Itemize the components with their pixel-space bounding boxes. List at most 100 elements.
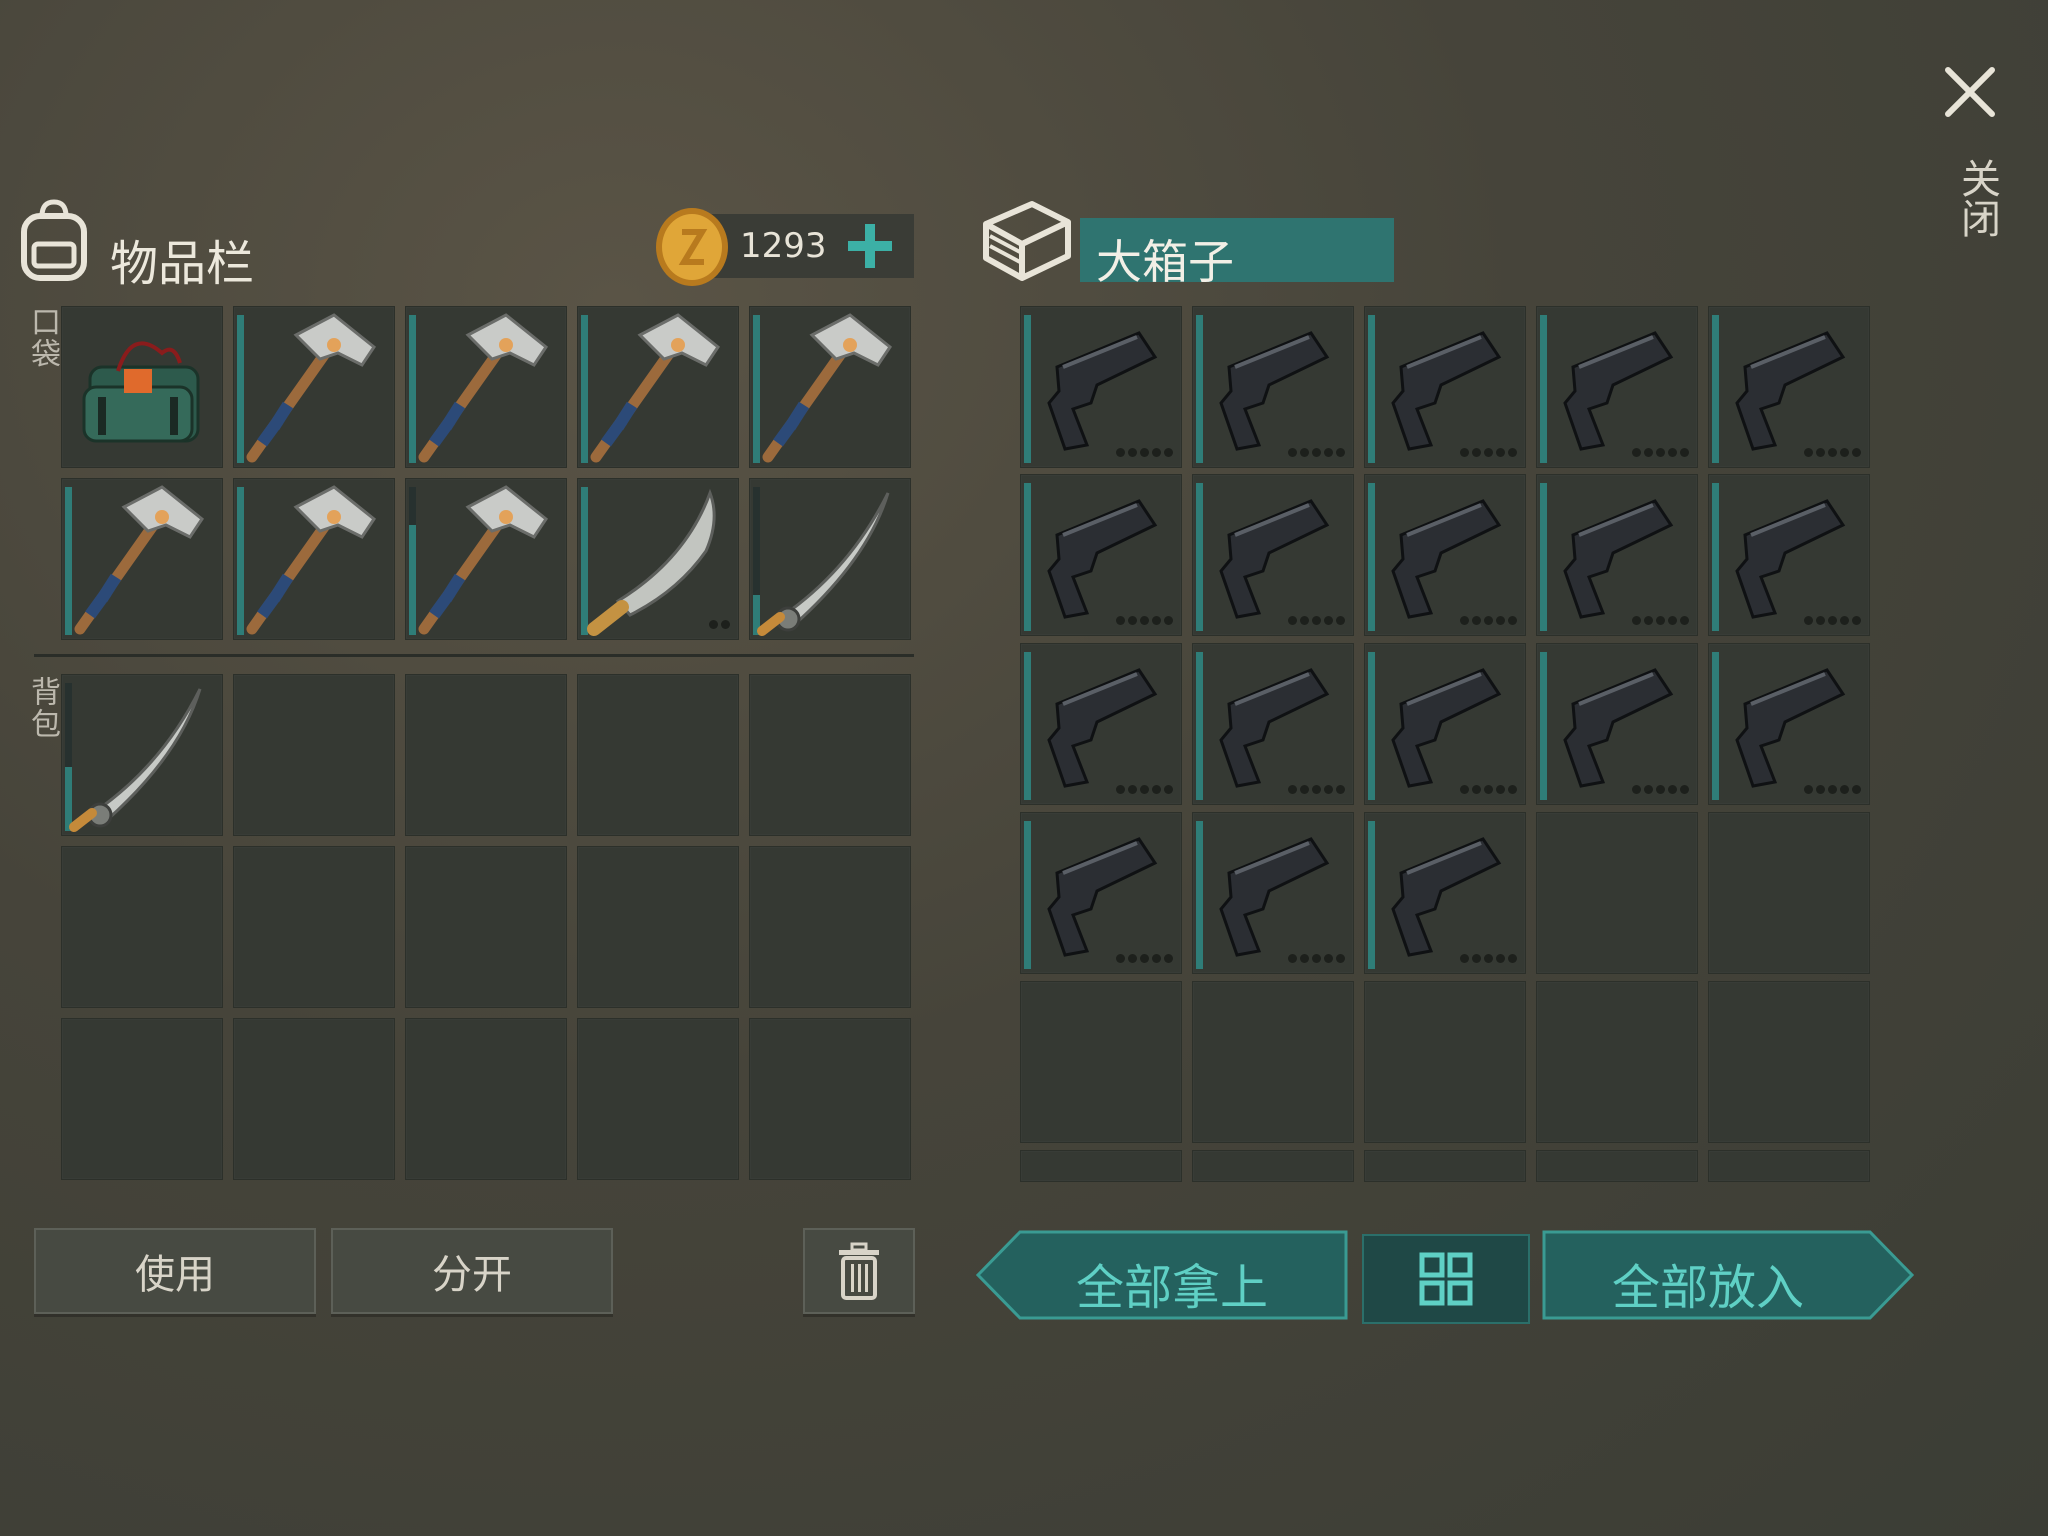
katana-icon (62, 675, 222, 835)
container-slot[interactable] (1192, 643, 1354, 805)
hatchet-icon (750, 307, 910, 467)
durability-dots (709, 620, 730, 629)
container-slot[interactable] (1192, 1150, 1354, 1182)
close-icon (1945, 67, 1995, 117)
take-all-button[interactable]: 全部拿上 (976, 1230, 1348, 1320)
container-slot[interactable] (1020, 812, 1182, 974)
pocket-slot[interactable] (405, 478, 567, 640)
pocket-slot[interactable] (233, 478, 395, 640)
container-slot[interactable] (1708, 812, 1870, 974)
backpack-icon (16, 198, 92, 282)
machete-icon (578, 479, 738, 639)
container-slot[interactable] (1192, 981, 1354, 1143)
hatchet-icon (406, 479, 566, 639)
pistol-icon (1537, 475, 1697, 635)
container-slot[interactable] (1020, 981, 1182, 1143)
container-slot[interactable] (1364, 643, 1526, 805)
pistol-icon (1365, 307, 1525, 467)
container-slot[interactable] (1020, 474, 1182, 636)
backpack-slot[interactable] (749, 674, 911, 836)
put-all-button[interactable]: 全部放入 (1542, 1230, 1914, 1320)
section-divider (34, 654, 914, 657)
pistol-icon (1193, 644, 1353, 804)
container-slot[interactable] (1192, 306, 1354, 468)
backpack-slot[interactable] (233, 674, 395, 836)
add-coins-button[interactable] (846, 222, 894, 270)
pistol-icon (1709, 307, 1869, 467)
pistol-icon (1537, 644, 1697, 804)
grid-sort-icon (1419, 1252, 1473, 1306)
backpack-slot[interactable] (233, 1018, 395, 1180)
backpack-label: 背包 (25, 676, 60, 740)
backpack-slot[interactable] (61, 674, 223, 836)
pocket-slot[interactable] (749, 306, 911, 468)
pocket-slot[interactable] (233, 306, 395, 468)
pocket-slot[interactable] (61, 478, 223, 640)
backpack-slot[interactable] (233, 846, 395, 1008)
pistol-icon (1021, 307, 1181, 467)
backpack-slot[interactable] (61, 846, 223, 1008)
backpack-slot[interactable] (577, 846, 739, 1008)
pocket-slot[interactable] (577, 478, 739, 640)
pocket-slot[interactable] (749, 478, 911, 640)
hatchet-icon (234, 479, 394, 639)
split-button[interactable]: 分开 (331, 1228, 613, 1314)
pistol-icon (1709, 644, 1869, 804)
container-slot[interactable] (1364, 1150, 1526, 1182)
inventory-title: 物品栏 (110, 236, 255, 292)
container-slot[interactable] (1536, 643, 1698, 805)
backpack-slot[interactable] (749, 846, 911, 1008)
container-slot[interactable] (1536, 306, 1698, 468)
backpack-slot[interactable] (577, 674, 739, 836)
container-slot[interactable] (1536, 812, 1698, 974)
coin-icon (654, 206, 730, 288)
coin-count: 1293 (740, 226, 827, 266)
backpack-slot[interactable] (61, 1018, 223, 1180)
hatchet-icon (578, 307, 738, 467)
container-slot[interactable] (1364, 474, 1526, 636)
box-icon (980, 198, 1074, 286)
container-slot[interactable] (1192, 812, 1354, 974)
pistol-icon (1021, 644, 1181, 804)
container-slot[interactable] (1020, 1150, 1182, 1182)
sort-button[interactable] (1362, 1234, 1530, 1324)
backpack-slot[interactable] (405, 1018, 567, 1180)
use-button[interactable]: 使用 (34, 1228, 316, 1314)
pistol-icon (1365, 475, 1525, 635)
backpack-slot[interactable] (405, 846, 567, 1008)
backpack-slot[interactable] (577, 1018, 739, 1180)
close-label[interactable]: 关闭 (1948, 158, 2006, 238)
pistol-icon (1709, 475, 1869, 635)
backpack-slot[interactable] (749, 1018, 911, 1180)
hatchet-icon (62, 479, 222, 639)
container-slot[interactable] (1708, 306, 1870, 468)
container-slot[interactable] (1364, 812, 1526, 974)
trash-button[interactable] (803, 1228, 915, 1314)
container-slot[interactable] (1020, 306, 1182, 468)
container-slot[interactable] (1708, 1150, 1870, 1182)
pistol-icon (1193, 307, 1353, 467)
container-slot[interactable] (1364, 306, 1526, 468)
pistol-icon (1193, 475, 1353, 635)
pistol-icon (1193, 813, 1353, 973)
pocket-slot[interactable] (61, 306, 223, 468)
katana-icon (750, 479, 910, 639)
container-slot[interactable] (1536, 1150, 1698, 1182)
pocket-slot[interactable] (577, 306, 739, 468)
pistol-icon (1365, 644, 1525, 804)
container-slot[interactable] (1364, 981, 1526, 1143)
container-slot[interactable] (1192, 474, 1354, 636)
trash-icon (839, 1242, 879, 1300)
container-slot[interactable] (1708, 474, 1870, 636)
container-slot[interactable] (1536, 981, 1698, 1143)
pistol-icon (1365, 813, 1525, 973)
backpack-slot[interactable] (405, 674, 567, 836)
pocket-slot[interactable] (405, 306, 567, 468)
container-slot[interactable] (1020, 643, 1182, 805)
pistol-icon (1537, 307, 1697, 467)
container-slot[interactable] (1708, 981, 1870, 1143)
container-slot[interactable] (1708, 643, 1870, 805)
container-slot[interactable] (1536, 474, 1698, 636)
close-button[interactable] (1940, 62, 2000, 122)
pistol-icon (1021, 813, 1181, 973)
